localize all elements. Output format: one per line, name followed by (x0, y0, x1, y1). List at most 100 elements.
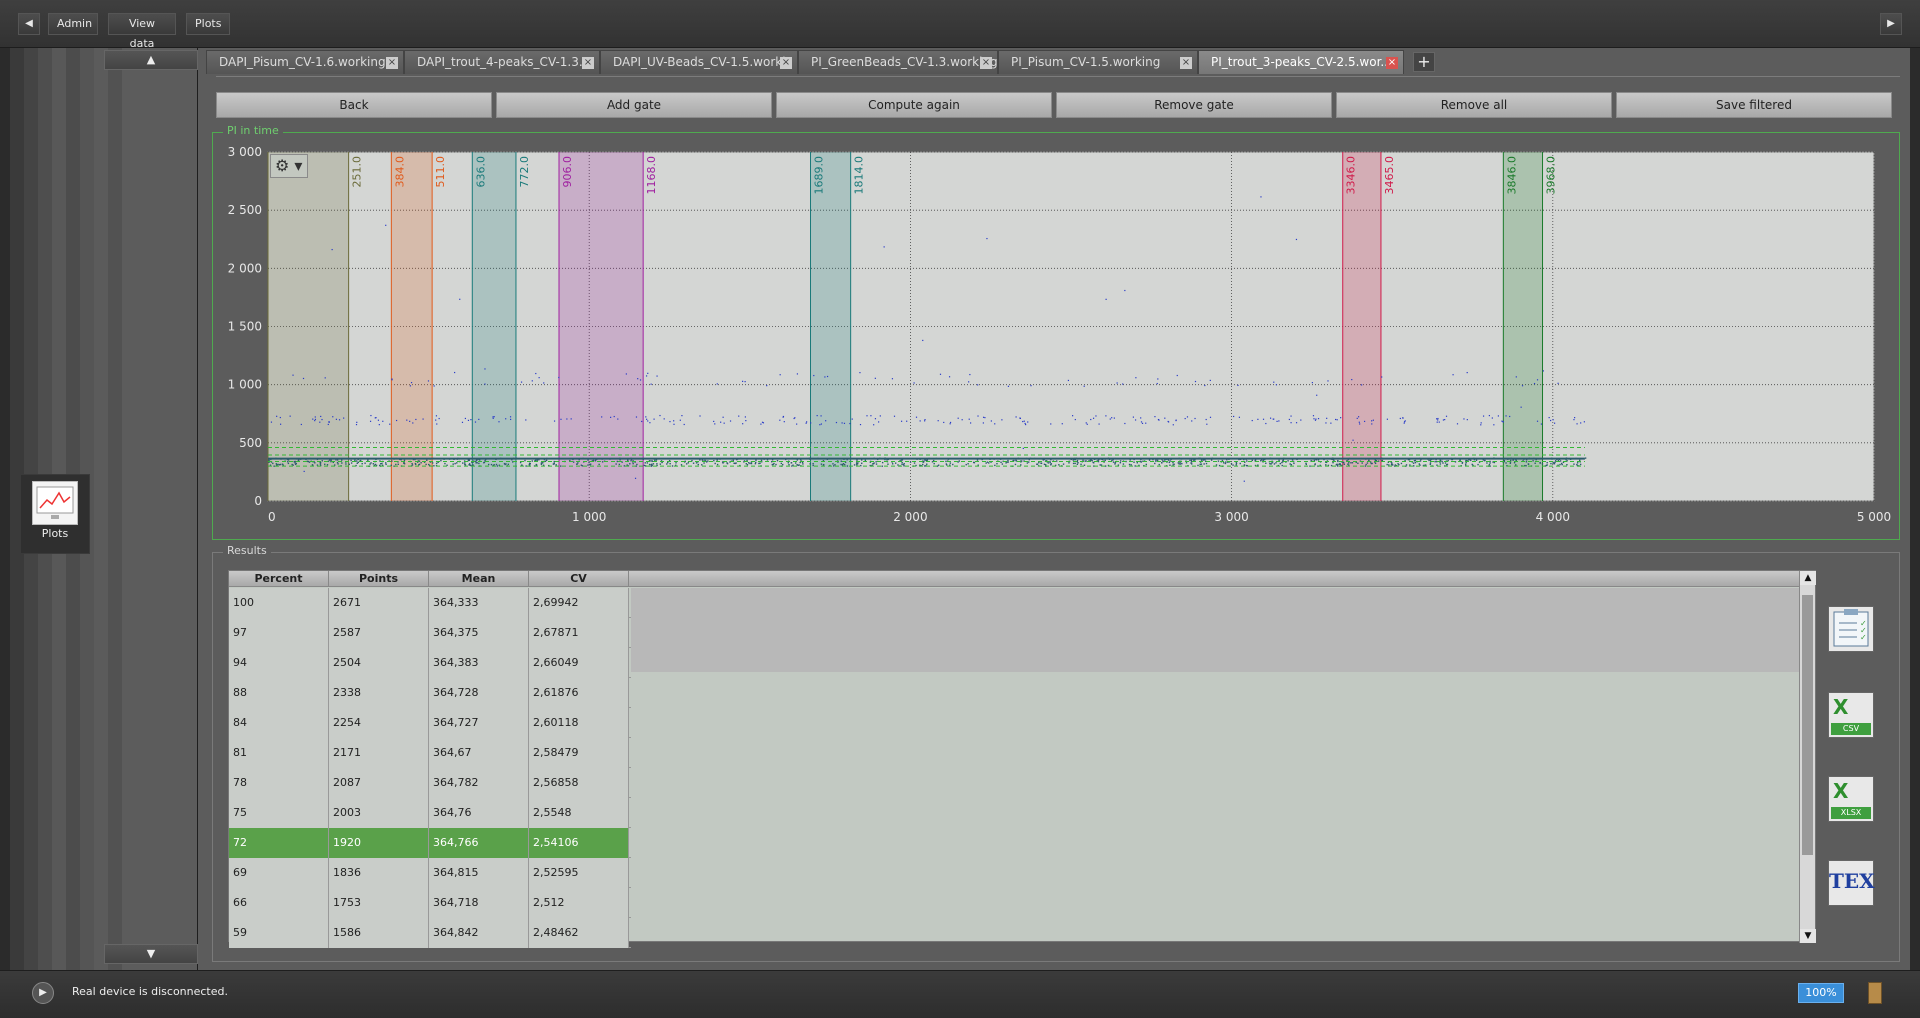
data-point (878, 421, 880, 423)
scroll-down-arrow-icon[interactable]: ▼ (1800, 929, 1816, 943)
zoom-level-badge[interactable]: 100% (1798, 983, 1844, 1003)
data-point (873, 424, 875, 426)
table-row[interactable]: 100 2671 364,333 2,69942 (229, 588, 631, 618)
column-header-cv[interactable]: CV (529, 571, 629, 587)
data-point (667, 461, 669, 464)
column-header-mean[interactable]: Mean (429, 571, 529, 587)
data-point (555, 464, 557, 466)
data-point (1377, 460, 1380, 462)
export-xlsx-icon[interactable]: X XLSX (1828, 776, 1874, 822)
table-row[interactable]: 72 1920 364,766 2,54106 (229, 828, 631, 858)
data-point (1091, 460, 1093, 462)
data-point (1515, 376, 1517, 378)
results-table[interactable]: Percent Points Mean CV 100 2671 364,333 2,6… (228, 570, 1816, 948)
data-point (510, 418, 512, 421)
data-point (936, 465, 939, 467)
table-row[interactable]: 59 1586 364,842 2,48462 (229, 918, 631, 948)
data-point (1342, 461, 1345, 464)
y-tick-label: 500 (239, 436, 262, 450)
table-cell-mean: 364,718 (429, 888, 529, 918)
chart-settings-gear-icon[interactable]: ⚙ ▾ (270, 154, 308, 178)
data-point (469, 464, 471, 466)
data-point (1553, 422, 1556, 424)
data-point (1265, 422, 1267, 425)
notebook-icon[interactable] (1868, 982, 1882, 1004)
data-point (1058, 464, 1060, 466)
data-point (361, 462, 363, 465)
data-point (994, 423, 996, 425)
data-point (589, 464, 591, 466)
data-point (1189, 459, 1191, 462)
clipboard-checklist-icon[interactable]: ✓ ✓ ✓ (1828, 606, 1874, 652)
data-point (503, 462, 506, 465)
data-point (623, 465, 626, 467)
data-point (1148, 459, 1151, 461)
table-cell-mean: 364,67 (429, 738, 529, 768)
table-row[interactable]: 81 2171 364,67 2,58479 (229, 738, 631, 768)
data-point (1022, 447, 1024, 450)
table-row[interactable]: 94 2504 364,383 2,66049 (229, 648, 631, 678)
data-point (843, 422, 846, 424)
data-point (647, 372, 649, 374)
data-point (824, 376, 826, 378)
data-point (1428, 459, 1430, 462)
table-row[interactable]: 88 2338 364,728 2,61876 (229, 678, 631, 708)
table-row[interactable]: 66 1753 364,718 2,512 (229, 888, 631, 918)
data-point (538, 377, 540, 379)
scrollbar-thumb[interactable] (1802, 595, 1813, 855)
data-point (1062, 463, 1065, 465)
data-point (669, 421, 671, 423)
gate-label: 3346.0 (1345, 156, 1358, 195)
data-point (509, 416, 512, 418)
data-point (794, 462, 797, 464)
data-point (645, 375, 648, 377)
export-csv-icon[interactable]: X CSV (1828, 692, 1874, 738)
data-point (1104, 459, 1106, 462)
data-point (444, 462, 446, 465)
data-point (1162, 460, 1164, 462)
data-point (1168, 461, 1171, 464)
table-cell-mean: 364,766 (429, 828, 529, 858)
data-point (641, 420, 643, 423)
data-point (1480, 422, 1482, 424)
data-point (331, 248, 333, 251)
table-row[interactable]: 78 2087 364,782 2,56858 (229, 768, 631, 798)
table-row[interactable]: 97 2587 364,375 2,67871 (229, 618, 631, 648)
data-point (570, 418, 572, 420)
y-tick-label: 3 000 (228, 145, 262, 159)
column-header-points[interactable]: Points (329, 571, 429, 587)
table-row[interactable]: 84 2254 364,727 2,60118 (229, 708, 631, 738)
scroll-up-arrow-icon[interactable]: ▲ (1800, 571, 1816, 585)
data-point (319, 421, 321, 423)
data-point (1278, 459, 1280, 462)
data-point (1573, 463, 1575, 465)
table-scrollbar[interactable]: ▲ ▼ (1799, 571, 1816, 943)
data-point (332, 416, 334, 418)
data-point (733, 462, 735, 464)
table-row[interactable]: 75 2003 364,76 2,5548 (229, 798, 631, 828)
data-point (1156, 459, 1159, 462)
data-point (1109, 418, 1111, 420)
data-point (1269, 463, 1271, 465)
export-tex-icon[interactable]: TEX (1828, 860, 1875, 906)
data-point (835, 421, 838, 424)
data-point (1325, 464, 1327, 466)
y-tick-label: 2 000 (228, 261, 262, 275)
data-point (805, 422, 807, 424)
data-point (1546, 461, 1548, 464)
data-point (1463, 418, 1465, 420)
data-point (459, 298, 461, 300)
column-header-percent[interactable]: Percent (229, 571, 329, 587)
data-point (560, 465, 562, 467)
data-point (796, 373, 799, 375)
data-point (813, 374, 815, 377)
data-point (1381, 376, 1383, 378)
data-point (812, 462, 814, 465)
table-row[interactable]: 69 1836 364,815 2,52595 (229, 858, 631, 888)
data-point (618, 463, 621, 466)
data-point (1135, 377, 1137, 379)
play-icon[interactable]: ▶ (32, 982, 54, 1004)
gate-region (810, 152, 851, 501)
data-point (1239, 462, 1241, 465)
data-point (849, 422, 851, 425)
